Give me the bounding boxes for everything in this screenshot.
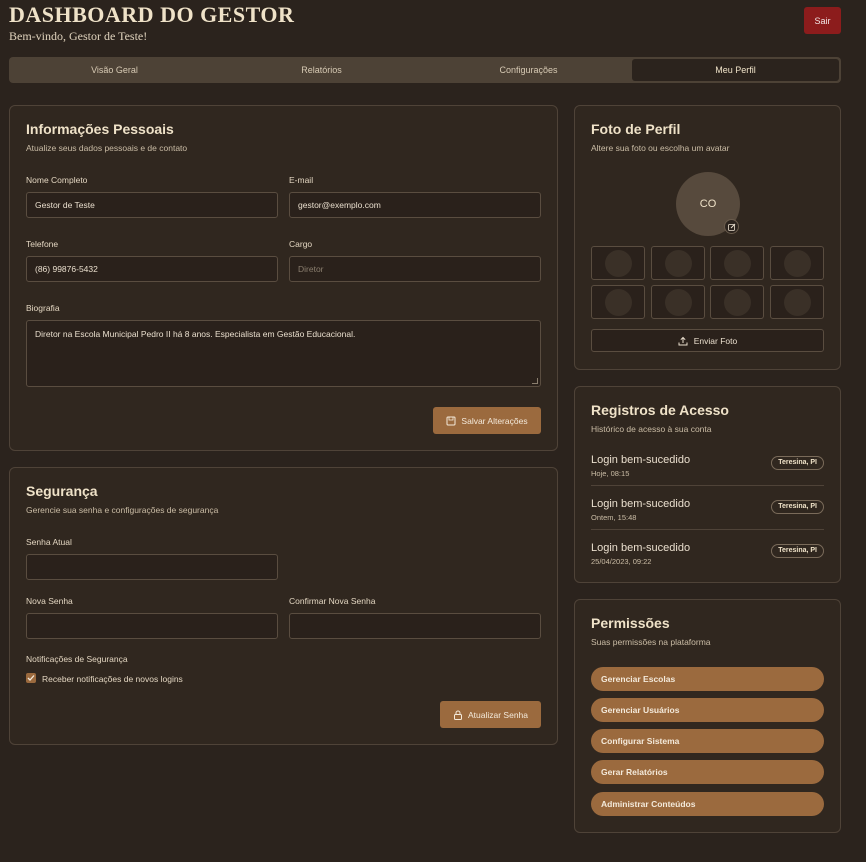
update-password-button[interactable]: Atualizar Senha (440, 701, 541, 728)
security-title: Segurança (26, 483, 98, 499)
tab-reports[interactable]: Relatórios (218, 59, 425, 81)
personal-info-subtitle: Atualize seus dados pessoais e de contat… (26, 143, 188, 153)
edit-icon (727, 223, 735, 231)
name-field[interactable]: Gestor de Teste (26, 192, 278, 218)
bio-text: Diretor na Escola Municipal Pedro II há … (35, 329, 356, 339)
page-header: DASHBOARD DO GESTOR Bem-vindo, Gestor de… (9, 2, 294, 44)
update-password-label: Atualizar Senha (467, 709, 528, 720)
tab-settings[interactable]: Configurações (425, 59, 632, 81)
avatar-option[interactable] (591, 285, 645, 319)
upload-photo-label: Enviar Foto (693, 335, 738, 346)
avatar-option[interactable] (591, 246, 645, 280)
avatar-initials: CO (699, 198, 717, 210)
access-log-time: 25/04/2023, 09:22 (591, 557, 652, 566)
tab-overview[interactable]: Visão Geral (11, 59, 218, 81)
tab-my-profile[interactable]: Meu Perfil (632, 59, 839, 81)
current-password-field[interactable] (26, 554, 278, 580)
permission-generate-reports: Gerar Relatórios (591, 760, 824, 784)
access-log-item: Login bem-sucedido Ontem, 15:48 Teresina… (591, 498, 824, 522)
save-icon (446, 416, 456, 425)
bio-textarea[interactable]: Diretor na Escola Municipal Pedro II há … (26, 320, 541, 387)
access-log-time: Ontem, 15:48 (591, 513, 637, 522)
access-log-item: Login bem-sucedido 25/04/2023, 09:22 Ter… (591, 542, 824, 566)
check-icon (27, 675, 35, 681)
profile-photo-card: Foto de Perfil Altere sua foto ou escolh… (574, 105, 841, 370)
permission-manage-content: Administrar Conteúdos (591, 792, 824, 816)
avatar-option[interactable] (651, 285, 705, 319)
name-label: Nome Completo (26, 175, 88, 185)
welcome-text: Bem-vindo, Gestor de Teste! (9, 29, 148, 43)
save-changes-label: Salvar Alterações (461, 415, 528, 426)
email-label: E-mail (289, 175, 314, 185)
current-password-label: Senha Atual (26, 537, 72, 547)
location-badge: Teresina, PI (771, 544, 824, 558)
phone-field[interactable]: (86) 99876-5432 (26, 256, 278, 282)
email-field[interactable]: gestor@exemplo.com (289, 192, 541, 218)
divider (591, 529, 824, 530)
personal-info-title: Informações Pessoais (26, 121, 174, 137)
page-title: DASHBOARD DO GESTOR (9, 2, 295, 27)
upload-photo-button[interactable]: Enviar Foto (591, 329, 824, 352)
save-changes-button[interactable]: Salvar Alterações (433, 407, 541, 434)
profile-photo-title: Foto de Perfil (591, 121, 681, 137)
confirm-password-field[interactable] (289, 613, 541, 639)
profile-photo-subtitle: Altere sua foto ou escolha um avatar (591, 143, 730, 153)
avatar-option[interactable] (710, 285, 764, 319)
edit-avatar-button[interactable] (724, 219, 739, 234)
bio-label: Biografia (26, 303, 60, 313)
new-password-field[interactable] (26, 613, 278, 639)
access-log-title: Registros de Acesso (591, 402, 729, 418)
access-log-card: Registros de Acesso Histórico de acesso … (574, 386, 841, 583)
security-subtitle: Gerencie sua senha e configurações de se… (26, 505, 219, 515)
permission-manage-schools: Gerenciar Escolas (591, 667, 824, 691)
access-log-item: Login bem-sucedido Hoje, 08:15 Teresina,… (591, 454, 824, 478)
lock-icon (453, 710, 462, 720)
location-badge: Teresina, PI (771, 456, 824, 470)
upload-icon (678, 336, 688, 345)
permissions-subtitle: Suas permissões na plataforma (591, 637, 711, 647)
personal-info-card: Informações Pessoais Atualize seus dados… (9, 105, 558, 451)
access-log-subtitle: Histórico de acesso à sua conta (591, 424, 712, 434)
security-card: Segurança Gerencie sua senha e configura… (9, 467, 558, 745)
permissions-title: Permissões (591, 615, 670, 631)
divider (591, 485, 824, 486)
new-password-label: Nova Senha (26, 596, 73, 606)
tab-bar: Visão Geral Relatórios Configurações Meu… (9, 57, 841, 83)
location-badge: Teresina, PI (771, 500, 824, 514)
access-log-time: Hoje, 08:15 (591, 469, 630, 478)
resize-handle[interactable] (532, 378, 538, 384)
avatar-option[interactable] (770, 246, 824, 280)
role-label: Cargo (289, 239, 313, 249)
confirm-password-label: Confirmar Nova Senha (289, 596, 376, 606)
avatar-option[interactable] (651, 246, 705, 280)
security-notifications-label: Notificações de Segurança (26, 654, 128, 664)
login-notifications-label: Receber notificações de novos logins (42, 674, 183, 684)
permission-configure-system: Configurar Sistema (591, 729, 824, 753)
logout-button[interactable]: Sair (804, 7, 841, 34)
avatar-option[interactable] (710, 246, 764, 280)
permissions-card: Permissões Suas permissões na plataforma… (574, 599, 841, 833)
role-field: Diretor (289, 256, 541, 282)
phone-label: Telefone (26, 239, 59, 249)
login-notifications-checkbox[interactable] (26, 673, 36, 683)
avatar-option[interactable] (770, 285, 824, 319)
permission-manage-users: Gerenciar Usuários (591, 698, 824, 722)
